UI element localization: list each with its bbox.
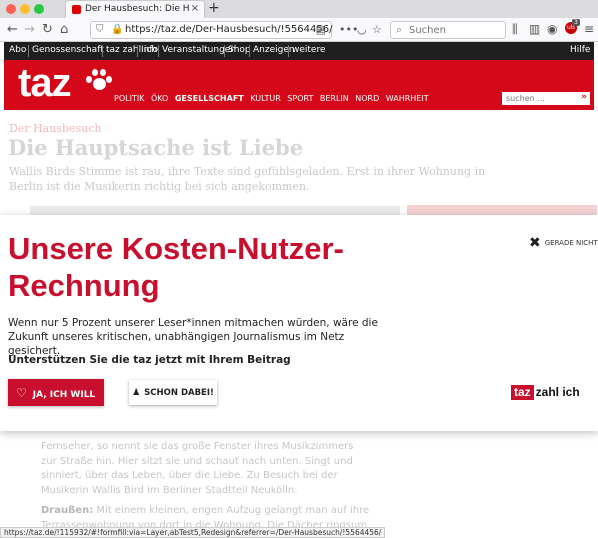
browser-tab-bar: Der Hausbesuch: Die Hauptsache × + <box>0 0 598 18</box>
nav-oeko[interactable]: ÖKO <box>151 94 168 103</box>
top-link-hilfe[interactable]: Hilfe <box>570 45 590 55</box>
taz-logo[interactable]: taz <box>18 61 72 106</box>
nav-berlin[interactable]: BERLIN <box>320 94 349 103</box>
menu-icon[interactable]: ≡ <box>584 22 594 36</box>
article-kicker: Der Hausbesuch <box>9 122 102 135</box>
person-icon: ♟ <box>132 387 141 398</box>
taz-header: taz POLITIK ÖKO GESELLSCHAFT KULTUR SPOR… <box>4 60 594 110</box>
ublock-count-badge: 3 <box>572 19 580 26</box>
reload-icon[interactable]: ↻ <box>42 22 53 37</box>
overlay-cta: Unterstützen Sie die taz jetzt mit Ihrem… <box>8 354 291 366</box>
taz-zahl-ich-taz: taz <box>511 385 534 400</box>
tab-close-icon[interactable]: × <box>191 3 199 14</box>
already-in-button[interactable]: ♟ SCHON DABEI! <box>129 380 217 405</box>
tab-title: Der Hausbesuch: Die Hauptsache <box>85 4 189 14</box>
nav-sport[interactable]: SPORT <box>287 94 313 103</box>
page-actions-icon[interactable]: ••• <box>339 23 358 36</box>
sync-icon[interactable]: ◉ <box>547 22 557 36</box>
nav-wahrheit[interactable]: WAHRHEIT <box>386 94 429 103</box>
browser-nav-bar: ← → ↻ ⌂ ⛉ 🔒 https://taz.de/Der-Hausbesuc… <box>0 18 598 42</box>
taz-zahl-ich-text: zahl ich <box>535 385 580 399</box>
top-link-weitere[interactable]: weitere <box>292 45 326 55</box>
taz-top-bar: Abo Genossenschaft taz zahl ich Info Ver… <box>4 42 594 60</box>
already-button-label: SCHON DABEI! <box>144 387 214 398</box>
divider <box>137 45 138 57</box>
browser-search-input[interactable] <box>409 23 501 37</box>
back-arrow-icon[interactable]: ← <box>7 22 18 37</box>
top-link-genossenschaft[interactable]: Genossenschaft <box>32 45 104 55</box>
top-link-shop[interactable]: Shop <box>228 45 251 55</box>
home-icon[interactable]: ⌂ <box>60 22 68 37</box>
heart-icon: ♡ <box>16 385 27 400</box>
close-icon[interactable]: ✖ <box>529 235 541 251</box>
yes-button-label: JA, ICH WILL <box>32 389 96 400</box>
overlay-title: Unsere Kosten-Nutzer-Rechnung <box>8 231 344 303</box>
nav-politik[interactable]: POLITIK <box>114 94 144 103</box>
article-headline: Die Hauptsache ist Liebe <box>8 135 304 160</box>
divider <box>249 45 250 57</box>
address-bar[interactable]: ⛉ 🔒 https://taz.de/Der-Hausbesuch/!55644… <box>90 21 333 39</box>
reader-view-icon[interactable]: ▤ <box>316 23 326 36</box>
nav-nord[interactable]: NORD <box>355 94 379 103</box>
paw-logo-icon <box>86 68 112 92</box>
library-icon[interactable]: ⫼ <box>512 22 518 37</box>
zoom-window-button[interactable] <box>34 4 44 14</box>
search-submit-icon[interactable]: » <box>581 92 587 102</box>
article-teaser: Wallis Birds Stimme ist rau, ihre Texte … <box>9 165 486 193</box>
overlay-body: Wenn nur 5 Prozent unserer Leser*innen m… <box>8 317 378 357</box>
top-link-info[interactable]: Info <box>141 45 158 55</box>
new-tab-button[interactable]: + <box>208 0 220 16</box>
bookmark-star-icon[interactable]: ☆ <box>372 23 382 36</box>
article-paragraph: Fernseher, so nennt sie das große Fenste… <box>41 441 354 496</box>
minimize-window-button[interactable] <box>20 4 30 14</box>
sidebar-strip <box>407 205 597 215</box>
divider <box>288 45 289 57</box>
browser-search-box[interactable]: ⌕ <box>390 21 506 39</box>
divider <box>224 45 225 57</box>
yes-i-want-button[interactable]: ♡ JA, ICH WILL <box>8 379 104 406</box>
not-now-button[interactable]: ✖ GERADE NICHT <box>529 235 598 251</box>
pocket-icon[interactable]: ◡ <box>357 23 367 36</box>
taz-search-input[interactable] <box>506 93 572 104</box>
tracking-shield-icon[interactable]: ⛉ <box>96 24 104 35</box>
browser-tab-active[interactable]: Der Hausbesuch: Die Hauptsache × <box>66 1 204 18</box>
not-now-label[interactable]: GERADE NICHT <box>545 239 598 247</box>
paragraph-lead: Draußen: <box>41 505 94 516</box>
divider <box>158 45 159 57</box>
lock-icon[interactable]: 🔒 <box>111 24 123 35</box>
nav-gesellschaft[interactable]: GESELLSCHAFT <box>175 94 244 103</box>
taz-favicon-icon <box>72 5 81 14</box>
taz-search-box: » <box>502 92 590 105</box>
address-url[interactable]: https://taz.de/Der-Hausbesuch/!5564456/ <box>125 24 333 35</box>
forward-arrow-icon[interactable]: → <box>24 22 35 37</box>
divider <box>102 45 103 57</box>
status-bar-url: https://taz.de/!115932/#!formfill:via=La… <box>0 527 386 538</box>
search-icon: ⌕ <box>396 23 403 36</box>
top-link-abo[interactable]: Abo <box>9 45 26 55</box>
taz-zahl-ich-logo[interactable]: taz zahl ich <box>511 385 580 400</box>
sidebar-icon[interactable]: ▥ <box>529 22 540 36</box>
section-nav: POLITIK ÖKO GESELLSCHAFT KULTUR SPORT BE… <box>114 91 432 104</box>
close-window-button[interactable] <box>6 4 16 14</box>
nav-kultur[interactable]: KULTUR <box>250 94 281 103</box>
divider <box>28 45 29 57</box>
donation-overlay: Unsere Kosten-Nutzer-Rechnung ✖ GERADE NI… <box>0 215 598 431</box>
